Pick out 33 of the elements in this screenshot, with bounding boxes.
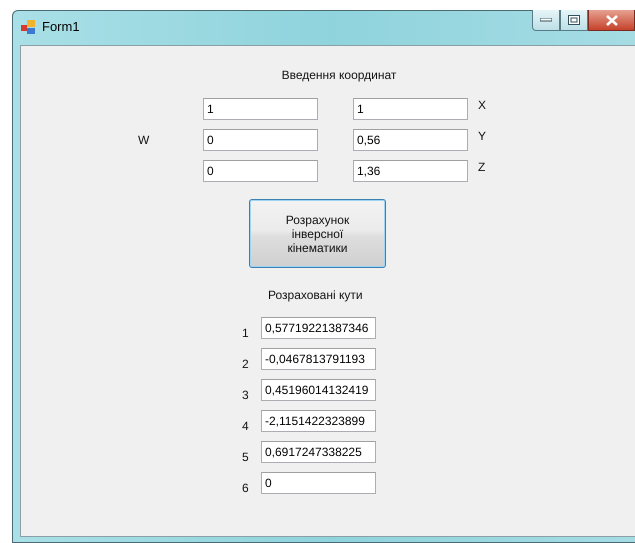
- input-field[interactable]: 1: [353, 98, 468, 120]
- maximize-button[interactable]: [560, 10, 588, 31]
- close-button[interactable]: [588, 10, 635, 31]
- input-field[interactable]: 0: [203, 160, 318, 182]
- input-field[interactable]: 0: [203, 129, 318, 151]
- angle-label: 5: [242, 450, 250, 464]
- output-field[interactable]: -0,0467813791193: [261, 348, 376, 370]
- calculate-button[interactable]: Розрахунок інверсної кінематики: [249, 199, 386, 268]
- angle-label: 1: [242, 326, 250, 340]
- maximize-icon: [568, 15, 580, 25]
- axis-label: Y: [478, 129, 488, 143]
- minimize-icon: [540, 18, 552, 22]
- input-field[interactable]: 0,56: [353, 129, 468, 151]
- close-icon: [606, 14, 618, 26]
- input-field[interactable]: 1: [203, 98, 318, 120]
- section-heading: Розраховані кути: [268, 288, 363, 302]
- w-label: W: [138, 133, 150, 147]
- section-heading: Введення координат: [282, 68, 396, 82]
- angle-label: 3: [242, 388, 250, 402]
- minimize-button[interactable]: [532, 10, 560, 31]
- angle-label: 6: [242, 481, 250, 495]
- angle-label: 4: [242, 419, 250, 433]
- output-field[interactable]: -2,1151422323899: [261, 410, 376, 432]
- app-icon: [20, 19, 36, 35]
- angle-label: 2: [242, 357, 250, 371]
- output-field[interactable]: 0: [261, 472, 376, 494]
- output-field[interactable]: 0,57719221387346: [261, 317, 376, 339]
- axis-label: X: [478, 98, 488, 112]
- window-title: Form1: [42, 19, 80, 34]
- output-field[interactable]: 0,45196014132419: [261, 379, 376, 401]
- output-field[interactable]: 0,6917247338225: [261, 441, 376, 463]
- axis-label: Z: [478, 160, 486, 174]
- input-field[interactable]: 1,36: [353, 160, 468, 182]
